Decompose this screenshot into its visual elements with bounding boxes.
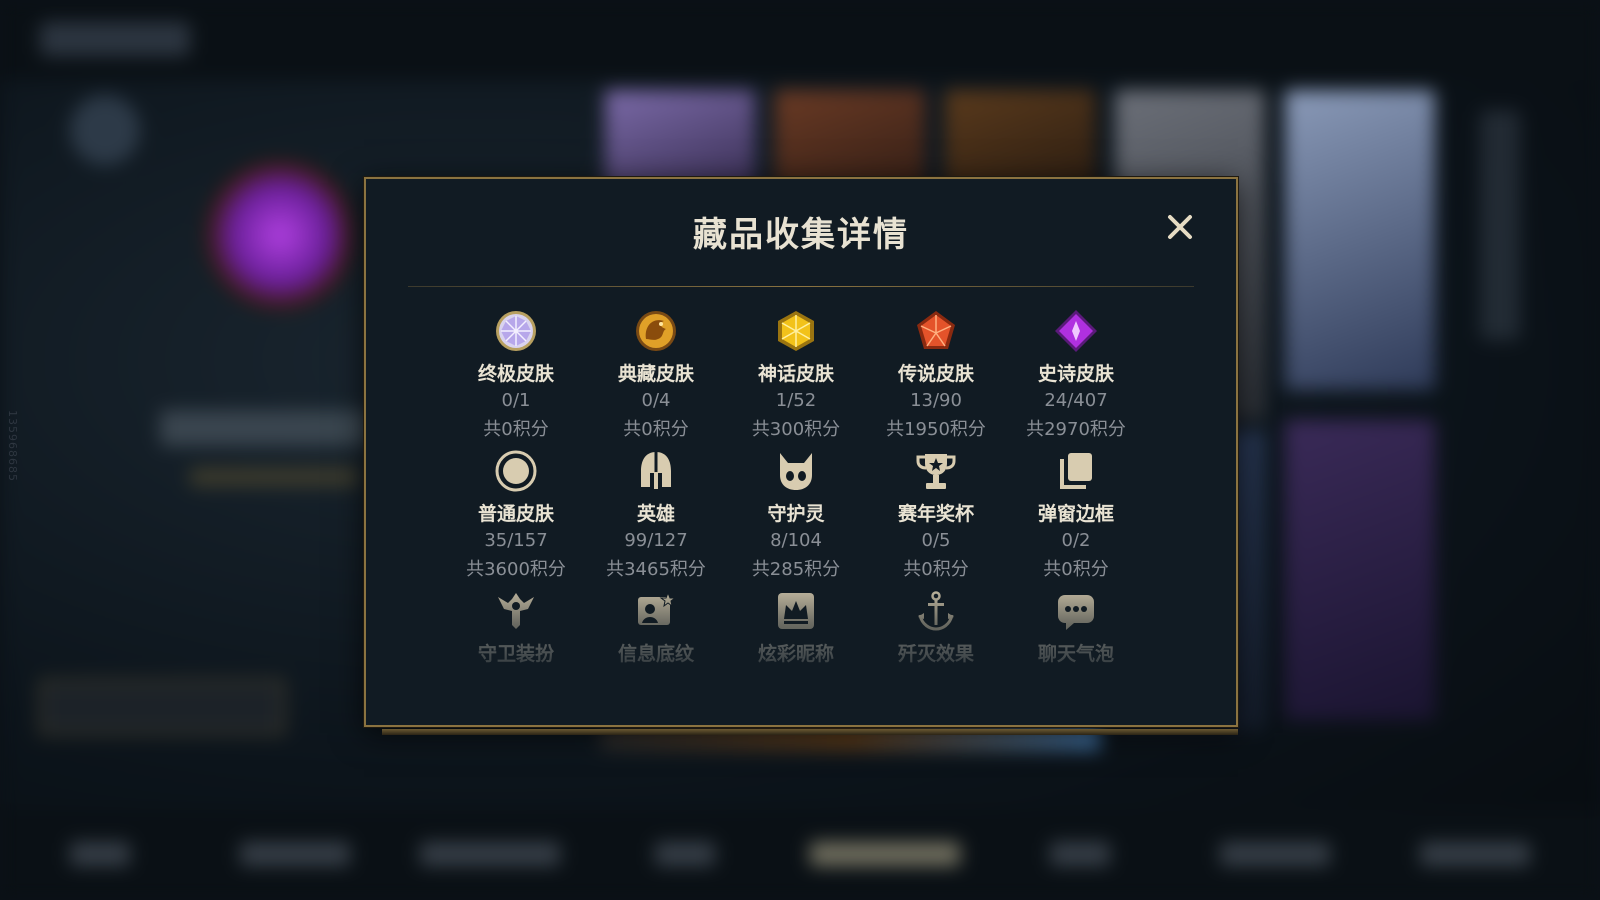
background-player-subtitle [190, 468, 360, 486]
dialog-title: 藏品收集详情 [693, 215, 909, 255]
background-back-button [40, 22, 190, 56]
prestige-skin-icon [636, 311, 676, 351]
background-side-menu [1480, 110, 1520, 340]
finisher-icon [918, 591, 954, 631]
item-points: 共0积分 [903, 559, 969, 580]
crown-nameplate-icon [778, 593, 814, 629]
collection-item-legendary-skin[interactable]: 传说皮肤 13/90 共1950积分 [866, 309, 1006, 441]
item-count: 24/407 [1044, 390, 1108, 411]
collection-item-popup-frame[interactable]: 弹窗边框 0/2 共0积分 [1006, 449, 1146, 581]
item-points: 共285积分 [751, 559, 841, 580]
item-name: 传说皮肤 [897, 363, 974, 385]
item-count: 8/104 [770, 530, 822, 551]
popup-frame-icon [1060, 453, 1092, 489]
background-bottom-nav [0, 810, 1600, 900]
item-name: 史诗皮肤 [1037, 363, 1114, 385]
item-name: 普通皮肤 [477, 503, 554, 525]
item-name: 终极皮肤 [477, 363, 554, 385]
guardian-icon [780, 453, 812, 490]
item-name: 守护灵 [767, 503, 825, 525]
item-points: 共0积分 [483, 419, 549, 440]
mythic-skin-icon [778, 311, 814, 351]
trophy-icon [916, 454, 956, 489]
champion-helmet-icon [641, 452, 671, 489]
collection-item-ultimate-skin[interactable]: 终极皮肤 0/1 共0积分 [446, 309, 586, 441]
background-button [40, 680, 284, 734]
chat-bubble-icon [1058, 595, 1094, 630]
item-count: 0/4 [641, 390, 671, 411]
ultimate-skin-icon [496, 311, 536, 351]
close-button[interactable] [1164, 211, 1196, 243]
item-name: 信息底纹 [617, 643, 694, 665]
collection-item-finisher[interactable]: 歼灭效果 [866, 589, 1006, 666]
watermark-text: 135968685 [6, 410, 19, 482]
common-skin-icon [495, 450, 537, 492]
item-name: 弹窗边框 [1037, 503, 1114, 525]
item-count: 13/90 [910, 390, 962, 411]
collection-grid: 终极皮肤 0/1 共0积分 典藏皮肤 0/4 共0积分 神话皮肤 1/52 共3… [446, 309, 1146, 669]
item-points: 共1950积分 [886, 419, 986, 440]
item-count: 1/52 [775, 390, 817, 411]
item-count: 35/157 [484, 530, 548, 551]
item-points: 共0积分 [1043, 559, 1109, 580]
background-skin-card [1285, 420, 1435, 720]
collection-item-nameplate[interactable]: 炫彩昵称 [726, 589, 866, 666]
item-points: 共2970积分 [1026, 419, 1126, 440]
background-emblem [205, 160, 355, 310]
collection-item-banner[interactable]: 信息底纹 [586, 589, 726, 666]
collection-item-mythic-skin[interactable]: 神话皮肤 1/52 共300积分 [726, 309, 866, 441]
item-name: 炫彩昵称 [757, 643, 834, 665]
background-avatar [70, 95, 140, 165]
background-player-name [160, 410, 370, 446]
item-name: 赛年奖杯 [897, 503, 974, 525]
item-points: 共3465积分 [606, 559, 706, 580]
item-count: 0/2 [1061, 530, 1091, 551]
item-name: 守卫装扮 [477, 643, 554, 665]
item-name: 英雄 [636, 503, 675, 525]
background-skin-card [1285, 90, 1435, 390]
item-count: 0/1 [501, 390, 531, 411]
collection-item-ward-skin[interactable]: 守卫装扮 [446, 589, 586, 666]
item-count: 0/5 [921, 530, 951, 551]
close-icon [1168, 215, 1192, 239]
legendary-skin-icon [917, 311, 955, 349]
item-points: 共0积分 [623, 419, 689, 440]
item-name: 聊天气泡 [1037, 643, 1114, 665]
collection-item-chat-bubble[interactable]: 聊天气泡 [1006, 589, 1146, 666]
collection-details-dialog: 藏品收集详情 终极皮肤 0/1 共0积分 典藏皮肤 0/4 共0积分 神话皮肤 … [364, 177, 1238, 735]
collection-item-prestige-skin[interactable]: 典藏皮肤 0/4 共0积分 [586, 309, 726, 441]
epic-skin-icon [1055, 310, 1097, 352]
banner-icon [638, 591, 677, 625]
collection-item-common-skin[interactable]: 普通皮肤 35/157 共3600积分 [446, 449, 586, 581]
background-top-bar [0, 0, 1600, 80]
item-count: 99/127 [624, 530, 688, 551]
item-name: 歼灭效果 [897, 643, 974, 665]
item-points: 共3600积分 [466, 559, 566, 580]
item-name: 神话皮肤 [757, 363, 834, 385]
collection-item-guardian[interactable]: 守护灵 8/104 共285积分 [726, 449, 866, 581]
item-name: 典藏皮肤 [617, 363, 694, 385]
collection-item-season-trophy[interactable]: 赛年奖杯 0/5 共0积分 [866, 449, 1006, 581]
collection-item-epic-skin[interactable]: 史诗皮肤 24/407 共2970积分 [1006, 309, 1146, 441]
item-points: 共300积分 [751, 419, 841, 440]
title-divider [408, 286, 1194, 287]
ward-skin-icon [498, 593, 534, 629]
collection-item-champion[interactable]: 英雄 99/127 共3465积分 [586, 449, 726, 581]
